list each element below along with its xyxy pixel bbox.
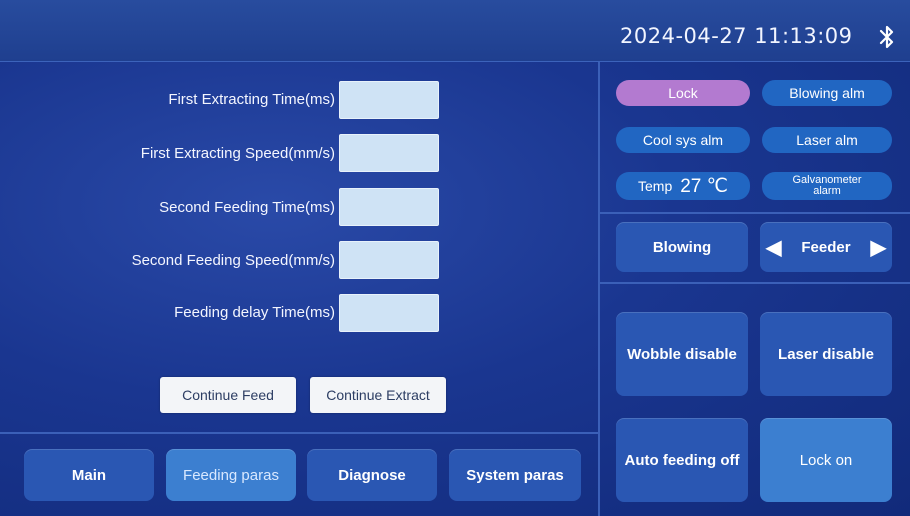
first-extracting-speed-input[interactable]	[339, 134, 439, 172]
continue-feed-button[interactable]: Continue Feed	[160, 377, 296, 413]
chevron-right-icon[interactable]: ▶	[871, 235, 886, 260]
feeding-delay-time-label: Feeding delay Time(ms)	[174, 304, 335, 321]
nav-divider	[0, 432, 598, 434]
bluetooth-icon	[879, 25, 894, 49]
status-bar: 2024-04-27 11:13:09	[0, 0, 910, 62]
wobble-disable-button[interactable]: Wobble disable	[616, 312, 748, 396]
nav-system-paras-button[interactable]: System paras	[449, 449, 581, 501]
feeding-delay-time-input[interactable]	[339, 294, 439, 332]
auto-feeding-off-button[interactable]: Auto feeding off	[616, 418, 748, 502]
nav-feeding-paras-button[interactable]: Feeding paras	[166, 449, 296, 501]
hmi-screen: 2024-04-27 11:13:09 First Extracting Tim…	[0, 0, 910, 516]
first-extracting-speed-label: First Extracting Speed(mm/s)	[140, 145, 335, 162]
galvanometer-alarm-line2: alarm	[813, 185, 841, 197]
laser-disable-button[interactable]: Laser disable	[760, 312, 892, 396]
cool-sys-alarm-indicator: Cool sys alm	[616, 127, 750, 153]
blowing-button[interactable]: Blowing	[616, 222, 748, 272]
chevron-left-icon[interactable]: ◀	[766, 235, 781, 260]
feeder-label: Feeder	[801, 238, 851, 256]
temp-label: Temp	[638, 177, 673, 194]
second-feeding-time-label: Second Feeding Time(ms)	[159, 199, 335, 216]
control-divider	[600, 282, 910, 284]
second-feeding-time-input[interactable]	[339, 188, 439, 226]
second-feeding-speed-label: Second Feeding Speed(mm/s)	[131, 252, 335, 269]
nav-diagnose-button[interactable]: Diagnose	[307, 449, 437, 501]
blowing-alarm-indicator: Blowing alm	[762, 80, 892, 106]
lock-indicator: Lock	[616, 80, 750, 106]
vertical-divider	[598, 62, 600, 516]
temperature-indicator: Temp 27 ℃	[616, 172, 750, 200]
temp-value: 27 ℃	[680, 175, 728, 197]
lock-on-button[interactable]: Lock on	[760, 418, 892, 502]
datetime-display: 2024-04-27 11:13:09	[620, 24, 853, 48]
nav-main-button[interactable]: Main	[24, 449, 154, 501]
galvanometer-alarm-indicator: Galvanometer alarm	[762, 172, 892, 200]
second-feeding-speed-input[interactable]	[339, 241, 439, 279]
continue-extract-button[interactable]: Continue Extract	[310, 377, 446, 413]
first-extracting-time-label: First Extracting Time(ms)	[168, 91, 335, 108]
alarm-divider	[600, 212, 910, 214]
laser-alarm-indicator: Laser alm	[762, 127, 892, 153]
feeder-selector[interactable]: ◀ Feeder ▶	[760, 222, 892, 272]
first-extracting-time-input[interactable]	[339, 81, 439, 119]
